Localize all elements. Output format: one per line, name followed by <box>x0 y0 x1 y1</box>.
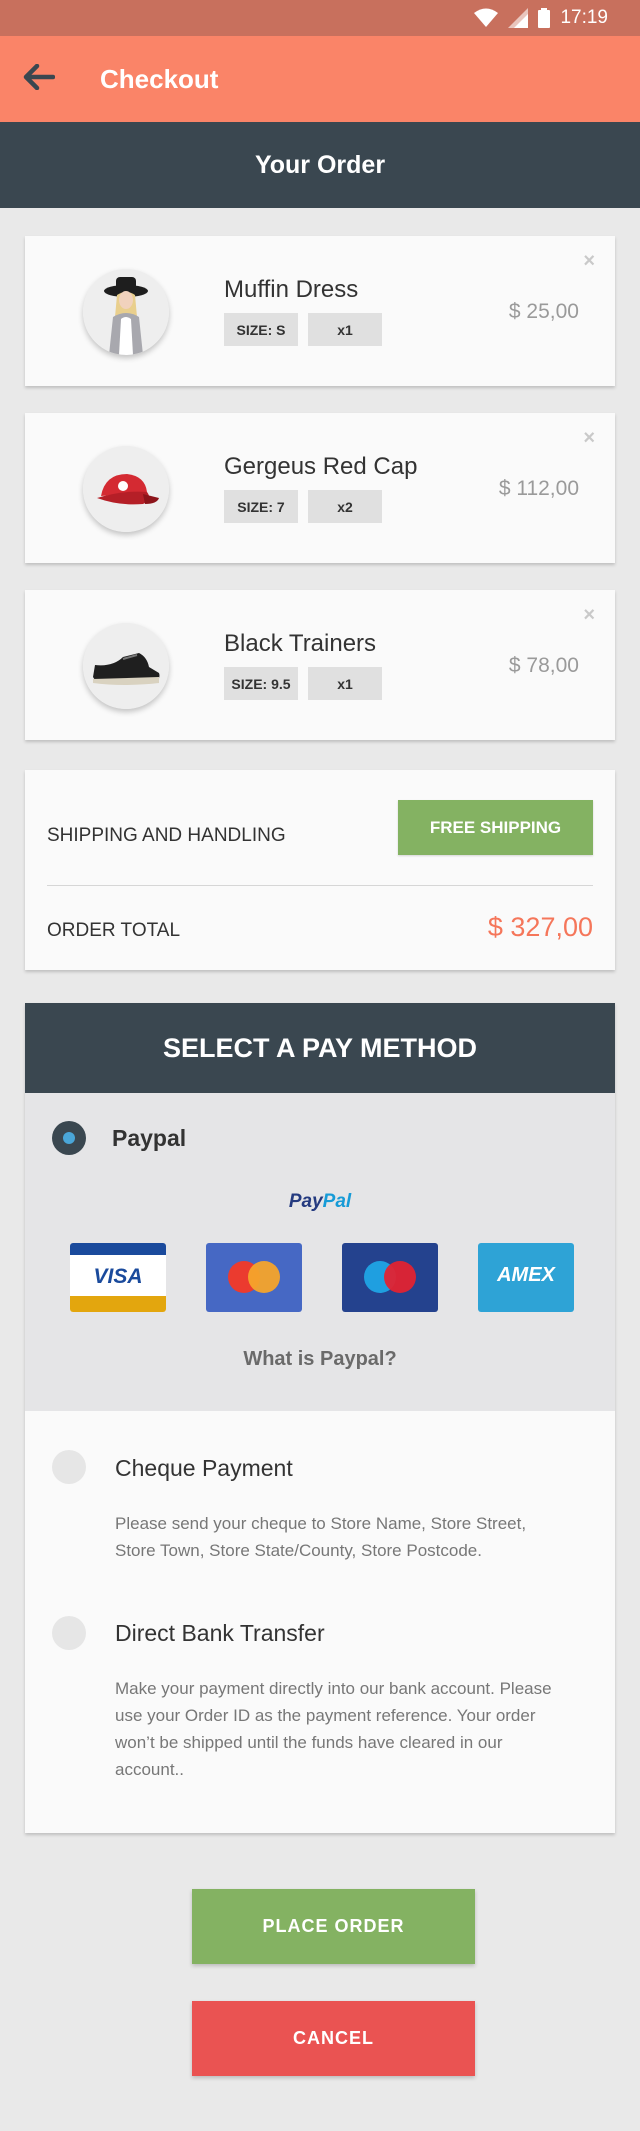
item-size: SIZE: 7 <box>224 490 298 523</box>
item-price: $ 25,00 <box>508 300 579 323</box>
item-qty[interactable]: x1 <box>308 313 382 346</box>
what-is-paypal-link[interactable]: What is Paypal? <box>25 1348 615 1371</box>
divider <box>47 885 593 886</box>
dress-icon <box>83 269 169 355</box>
paypal-label: Paypal <box>112 1125 187 1151</box>
item-qty[interactable]: x1 <box>308 667 382 700</box>
arrow-left-icon <box>23 63 56 95</box>
item-name: Black Trainers <box>224 630 377 657</box>
item-size: SIZE: S <box>224 313 298 346</box>
item-size: SIZE: 9.5 <box>224 667 298 700</box>
place-order-button[interactable]: PLACE ORDER <box>192 1889 475 1964</box>
cart-item: Black Trainers SIZE: 9.5 x1 $ 78,00 × <box>25 590 615 740</box>
shoe-icon <box>83 623 169 709</box>
page-title: Checkout <box>100 64 219 94</box>
bank-transfer-description: Make your payment directly into our bank… <box>115 1679 552 1779</box>
remove-item-button[interactable]: × <box>583 604 595 627</box>
shipping-label: SHIPPING AND HANDLING <box>47 825 286 846</box>
remove-item-button[interactable]: × <box>583 427 595 450</box>
signal-icon <box>508 8 529 28</box>
battery-icon <box>538 8 551 28</box>
mastercard-card-icon <box>206 1243 302 1312</box>
cart-item: Muffin Dress SIZE: S x1 $ 25,00 × <box>25 236 615 386</box>
bank-transfer-radio[interactable] <box>52 1616 86 1650</box>
paypal-option[interactable]: Paypal PayPal VISA AMEX What is Paypal? <box>25 1093 615 1411</box>
item-name: Muffin Dress <box>224 276 359 303</box>
amex-card-icon: AMEX <box>478 1243 574 1312</box>
order-total-value: $ 327,00 <box>487 912 593 942</box>
item-name: Gergeus Red Cap <box>224 453 418 480</box>
cheque-label[interactable]: Cheque Payment <box>115 1455 293 1482</box>
back-button[interactable] <box>18 58 60 100</box>
payment-header: SELECT A PAY METHOD <box>25 1003 615 1093</box>
cheque-description: Please send your cheque to Store Name, S… <box>115 1514 527 1560</box>
cap-icon <box>83 446 169 532</box>
item-qty[interactable]: x2 <box>308 490 382 523</box>
paypal-radio[interactable] <box>52 1121 86 1155</box>
item-price: $ 112,00 <box>498 477 579 500</box>
bank-transfer-label[interactable]: Direct Bank Transfer <box>115 1620 325 1647</box>
status-time: 17:19 <box>560 7 608 28</box>
cheque-radio[interactable] <box>52 1450 86 1484</box>
order-total-label: ORDER TOTAL <box>47 920 181 941</box>
remove-item-button[interactable]: × <box>583 250 595 273</box>
paypal-logo: PayPal <box>288 1191 352 1212</box>
cancel-button[interactable]: CANCEL <box>192 2001 475 2076</box>
app-bar: Checkout <box>0 36 640 122</box>
cart-item: Gergeus Red Cap SIZE: 7 x2 $ 112,00 × <box>25 413 615 563</box>
item-price: $ 78,00 <box>508 654 579 677</box>
visa-card-icon: VISA <box>70 1243 166 1312</box>
order-header: Your Order <box>0 122 640 208</box>
free-shipping-badge: FREE SHIPPING <box>398 800 593 855</box>
wifi-icon <box>474 8 499 28</box>
status-bar: 17:19 <box>0 0 640 36</box>
order-summary: SHIPPING AND HANDLING FREE SHIPPING ORDE… <box>25 770 615 970</box>
maestro-card-icon <box>342 1243 438 1312</box>
payment-methods: SELECT A PAY METHOD Paypal PayPal VISA A… <box>25 1003 615 1833</box>
